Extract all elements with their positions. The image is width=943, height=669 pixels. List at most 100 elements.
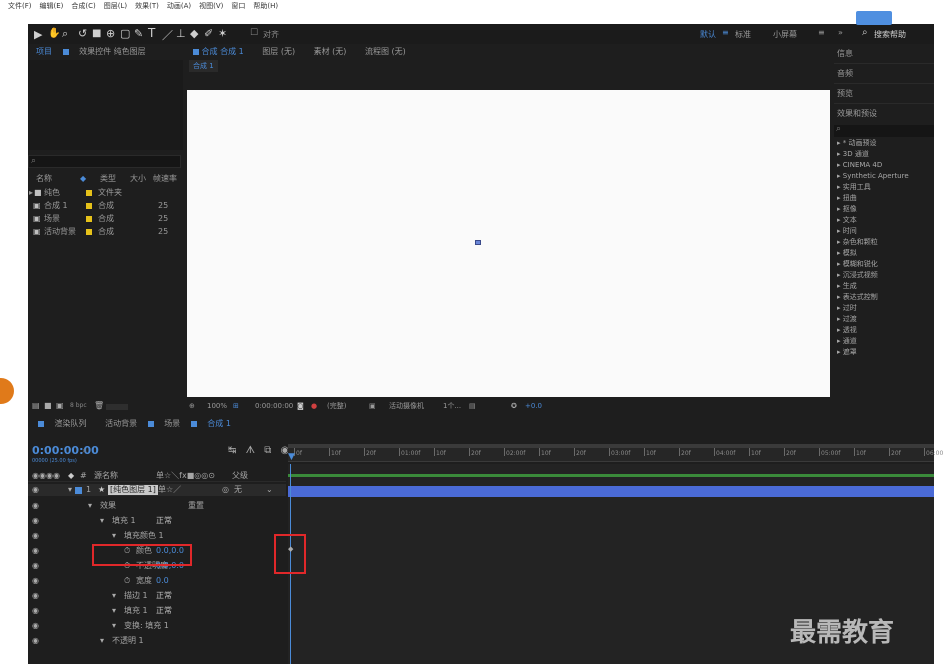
effect-category-item[interactable]: ▸ 表达式控制 [834, 292, 934, 303]
composition-canvas[interactable] [187, 90, 830, 397]
menu-item[interactable]: 文件(F) [8, 0, 32, 12]
property-expand-icon[interactable]: ▾ [88, 498, 92, 513]
property-row[interactable]: ◉ ▾ 效果 重置 [28, 498, 286, 513]
time-ruler[interactable]: 0f 10f 20f 01:00f 10f 20f 02:00f 10f 20f 03:00f 10… [288, 448, 943, 462]
frame-blend-icon[interactable]: ⧉ [264, 445, 271, 456]
region-icon[interactable]: ⊕ [189, 399, 195, 414]
col-name[interactable]: 名称 [36, 172, 52, 185]
menu-item[interactable]: 编辑(E) [40, 0, 64, 12]
stamp-tool-icon[interactable]: ⊥ [176, 27, 186, 40]
tab-flowchart[interactable]: 流程图 (无) [357, 44, 414, 60]
tab-render-queue[interactable]: 渲染队列 [47, 414, 95, 434]
layer-expand-icon[interactable]: ▾ [68, 484, 72, 496]
effect-category-item[interactable]: ▸ 抠像 [834, 204, 934, 215]
list-item[interactable]: ▣ 活动背景 合成 25 [28, 225, 183, 238]
effect-category-item[interactable]: ▸ 杂色和颗粒 [834, 237, 934, 248]
col-type[interactable]: 类型 [100, 172, 116, 185]
layer-label-color[interactable] [75, 487, 82, 494]
menu-item[interactable]: 效果(T) [135, 0, 159, 12]
color-icon[interactable]: ● [311, 399, 317, 414]
text-tool-icon[interactable]: T [148, 26, 155, 40]
menu-item[interactable]: 合成(C) [71, 0, 95, 12]
anchor-point-icon[interactable] [475, 240, 481, 245]
layer-duration-bar[interactable] [288, 486, 934, 497]
col-size[interactable]: 大小 [130, 172, 146, 185]
tab-layer[interactable]: 图层 (无) [254, 44, 303, 60]
property-row[interactable]: ◉ ▾ 不透明 1 [28, 633, 286, 648]
workspace-default[interactable]: 默认 [700, 29, 716, 40]
effect-category-item[interactable]: ▸ 文本 [834, 215, 934, 226]
property-value[interactable]: 正常 [156, 513, 172, 528]
effect-category-item[interactable]: ▸ 生成 [834, 281, 934, 292]
layer-row[interactable]: ◉ ▾ 1 ★ [纯色图层 1] 单☆／ ◎ 无 ⌄ [28, 484, 286, 496]
effect-category-item[interactable]: ▸ CINEMA 4D [834, 160, 934, 171]
bottom-bar-slider[interactable] [106, 404, 128, 410]
eraser-tool-icon[interactable]: ◆ [190, 27, 198, 40]
property-row[interactable]: ◉ ▾ 变换: 填充 1 [28, 618, 286, 633]
tab-preview[interactable]: 预览 [834, 84, 934, 104]
effect-category-item[interactable]: ▸ 模拟 [834, 248, 934, 259]
mask-tool-icon[interactable]: ▢ [120, 27, 130, 40]
tab-info[interactable]: 信息 [834, 44, 934, 64]
work-area-bar[interactable] [288, 444, 934, 448]
draft-3d-icon[interactable]: ↹ [228, 445, 236, 456]
visibility-eye-icon[interactable]: ◉ [32, 484, 39, 496]
effect-category-item[interactable]: ▸ 实用工具 [834, 182, 934, 193]
views-dropdown[interactable]: 1个... [443, 399, 461, 414]
roi-icon[interactable]: ▣ [369, 399, 376, 414]
tab-scene[interactable]: 场景 [156, 414, 188, 434]
property-expand-icon[interactable]: ▾ [112, 603, 116, 618]
menu-item[interactable]: 图层(L) [104, 0, 127, 12]
roto-tool-icon[interactable]: ✐ [204, 27, 213, 40]
visibility-eye-icon[interactable]: ◉ [32, 543, 39, 558]
col-source-name[interactable]: 源名称 [94, 470, 118, 482]
effect-category-item[interactable]: ▸ 遮罩 [834, 347, 934, 358]
workspace-standard[interactable]: 标准 [735, 29, 751, 40]
tab-project[interactable]: 项目 [28, 44, 60, 60]
effect-category-item[interactable]: ▸ 模糊和锐化 [834, 259, 934, 270]
interpret-footage-icon[interactable]: ▤ [32, 401, 40, 410]
menu-item[interactable]: 窗口 [231, 0, 245, 12]
property-value[interactable]: 0.0 [156, 573, 169, 588]
brush-tool-icon[interactable]: ／ [162, 27, 173, 43]
visibility-eye-icon[interactable]: ◉ [32, 513, 39, 528]
property-row[interactable]: ◉ ⏱ 宽度 0.0 [28, 573, 286, 588]
effect-category-item[interactable]: ▸ 通道 [834, 336, 934, 347]
camera-tool-icon[interactable]: ■ [92, 28, 101, 39]
quality-dropdown[interactable]: (完整) [327, 399, 346, 414]
property-expand-icon[interactable]: ⏱ [124, 573, 130, 588]
property-row[interactable]: ◉ ▾ 填充颜色 1 [28, 528, 286, 543]
visibility-eye-icon[interactable]: ◉ [32, 573, 39, 588]
visibility-eye-icon[interactable]: ◉ [32, 603, 39, 618]
search-help-label[interactable]: 搜索帮助 [874, 29, 906, 40]
col-fps[interactable]: 帧速率 [153, 172, 177, 185]
align-checkbox-icon[interactable]: ☐ [250, 28, 258, 38]
effect-category-item[interactable]: ▸ 3D 通道 [834, 149, 934, 160]
property-expand-icon[interactable]: ▾ [100, 513, 104, 528]
zoom-tool-icon[interactable]: ⌕ [62, 27, 68, 41]
layer-parent[interactable]: 无 [234, 484, 242, 496]
effect-category-item[interactable]: ▸ 透视 [834, 325, 934, 336]
tab-effects-presets[interactable]: 效果和预设 [834, 104, 934, 124]
col-parent[interactable]: 父级 [232, 470, 248, 482]
effect-category-item[interactable]: ▸ * 动画预设 [834, 138, 934, 149]
layer-name[interactable]: [纯色图层 1] [108, 485, 158, 495]
property-row[interactable]: ◉ ▾ 填充 1 正常 [28, 513, 286, 528]
menu-item[interactable]: 帮助(H) [253, 0, 278, 12]
pan-tool-icon[interactable]: ⊕ [106, 27, 115, 40]
delete-icon[interactable]: 🗑 [94, 401, 104, 410]
effect-category-item[interactable]: ▸ Synthetic Aperture [834, 171, 934, 182]
effect-category-item[interactable]: ▸ 扭曲 [834, 193, 934, 204]
visibility-eye-icon[interactable]: ◉ [32, 588, 39, 603]
hand-tool-icon[interactable]: ✋ [48, 28, 60, 39]
shy-icon[interactable]: ᗑ [246, 445, 255, 456]
tab-active-background[interactable]: 活动背景 [97, 414, 145, 434]
toggle-icon[interactable]: ▤ [469, 399, 476, 414]
visibility-eye-icon[interactable]: ◉ [32, 498, 39, 513]
new-folder-icon[interactable]: ■ [44, 401, 52, 410]
grid-icon[interactable]: ⊞ [233, 399, 239, 414]
chevron-down-icon[interactable]: ⌄ [266, 484, 273, 496]
property-expand-icon[interactable]: ▾ [100, 633, 104, 648]
playhead-icon[interactable]: ▼ [288, 452, 295, 462]
switch-icons[interactable]: 单☆／ [158, 484, 181, 496]
